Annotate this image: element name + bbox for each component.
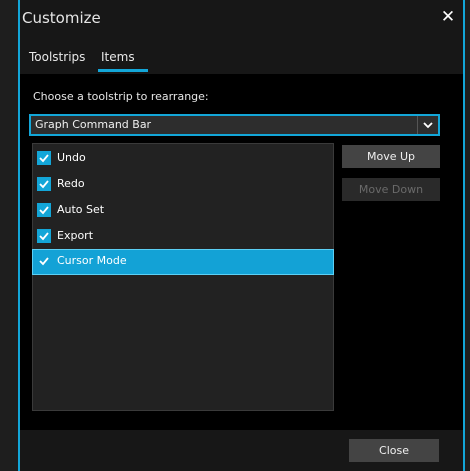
customize-dialog: Customize ✕ Toolstrips Items Choose a to…: [18, 0, 465, 471]
chevron-down-icon[interactable]: [417, 116, 438, 134]
item-label-auto-set: Auto Set: [57, 203, 105, 216]
toolstrip-prompt: Choose a toolstrip to rearrange:: [33, 90, 209, 103]
list-item-undo[interactable]: Undo: [33, 147, 333, 171]
dialog-footer: Close: [20, 430, 463, 471]
toolstrip-select[interactable]: Graph Command Bar: [29, 114, 440, 136]
list-item-auto-set[interactable]: Auto Set: [33, 199, 333, 223]
tab-bar: Toolstrips Items: [20, 42, 463, 74]
item-label-undo: Undo: [57, 151, 86, 164]
close-button[interactable]: Close: [349, 439, 439, 462]
dialog-title: Customize: [22, 9, 101, 27]
close-icon[interactable]: ✕: [439, 6, 457, 28]
item-label-redo: Redo: [57, 177, 85, 190]
checkbox-undo[interactable]: [37, 151, 51, 165]
list-item-cursor-mode[interactable]: Cursor Mode: [32, 249, 334, 275]
checkbox-export[interactable]: [37, 229, 51, 243]
item-label-export: Export: [57, 229, 94, 242]
tab-items[interactable]: Items: [101, 50, 135, 64]
checkbox-cursor-mode[interactable]: [37, 254, 51, 268]
toolstrip-select-value: Graph Command Bar: [35, 118, 152, 131]
item-label-cursor-mode: Cursor Mode: [57, 254, 127, 267]
toolstrip-items-list[interactable]: Undo Redo Auto Set Export Cursor Mode: [32, 143, 334, 411]
move-down-button: Move Down: [342, 178, 440, 201]
title-bar: Customize ✕: [20, 0, 463, 42]
checkbox-auto-set[interactable]: [37, 203, 51, 217]
list-item-redo[interactable]: Redo: [33, 173, 333, 197]
active-tab-indicator: [98, 69, 148, 72]
items-panel: Choose a toolstrip to rearrange: Graph C…: [20, 74, 463, 430]
checkbox-redo[interactable]: [37, 177, 51, 191]
tab-toolstrips[interactable]: Toolstrips: [29, 50, 85, 64]
list-item-export[interactable]: Export: [33, 225, 333, 249]
move-up-button[interactable]: Move Up: [342, 145, 440, 168]
